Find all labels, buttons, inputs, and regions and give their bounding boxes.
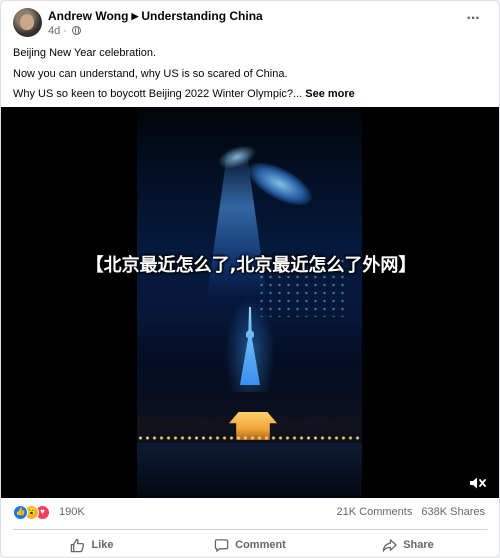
comments-count[interactable]: 21K Comments [337, 506, 413, 518]
share-button[interactable]: Share [329, 532, 487, 557]
group-name[interactable]: Understanding China [141, 9, 262, 23]
post-card: Andrew Wong ▶ Understanding China 4d · ···… [0, 0, 500, 558]
share-label: Share [403, 539, 434, 551]
post-header: Andrew Wong ▶ Understanding China 4d · ··· [13, 8, 487, 38]
like-button[interactable]: Like [13, 532, 171, 557]
globe-icon [72, 26, 82, 35]
post-text-line: Now you can understand, why US is so sca… [13, 67, 288, 80]
video-caption: 【北京最近怎么了,北京最近怎么了外网】 [85, 255, 417, 276]
shore-lights [137, 433, 362, 443]
avatar[interactable] [13, 8, 42, 37]
post-text: Beijing New Year celebration. Now you ca… [13, 43, 487, 105]
see-more-link[interactable]: See more [305, 88, 355, 100]
shares-count[interactable]: 638K Shares [421, 506, 485, 518]
reactions-bar: 👍 😮 ♥ 190K 21K Comments 638K Shares [13, 504, 487, 522]
thumbs-up-icon [71, 538, 85, 552]
author-name[interactable]: Andrew Wong [48, 9, 128, 23]
action-bar: Like Comment Share [13, 532, 487, 557]
water [137, 443, 362, 498]
reaction-count[interactable]: 190K [59, 506, 85, 518]
post-text-line: Why US so keen to boycott Beijing 2022 W… [13, 88, 355, 100]
author-line: Andrew Wong ▶ Understanding China [48, 9, 263, 23]
like-reaction-icon: 👍 [13, 505, 28, 520]
engagement-stats: 21K Comments 638K Shares [337, 506, 485, 518]
speaker-muted-icon[interactable] [469, 476, 487, 490]
divider [13, 529, 487, 530]
triangle-right-icon: ▶ [131, 11, 139, 21]
comment-label: Comment [235, 539, 286, 551]
comment-button[interactable]: Comment [171, 532, 329, 557]
post-meta: 4d · [48, 25, 82, 37]
video-player[interactable]: 【北京最近怎么了,北京最近怎么了外网】 [1, 107, 499, 498]
share-icon [382, 538, 397, 552]
like-label: Like [91, 539, 114, 551]
video-frame [137, 107, 362, 498]
post-text-line: Beijing New Year celebration. [13, 47, 157, 59]
more-options-button[interactable]: ··· [461, 11, 485, 32]
post-time[interactable]: 4d [48, 25, 60, 37]
comment-icon [214, 538, 229, 552]
